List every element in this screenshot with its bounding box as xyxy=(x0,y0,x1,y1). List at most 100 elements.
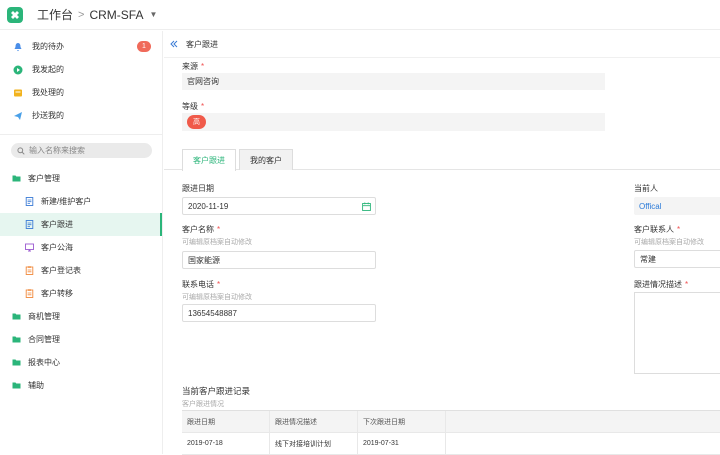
table-cell xyxy=(446,433,720,454)
table-cell: 线下对接培训计划 xyxy=(270,433,358,454)
todo-count-badge: 1 xyxy=(137,41,151,52)
level-field: 高 xyxy=(182,113,605,131)
document-icon xyxy=(25,220,34,229)
sidebar: 我的待办 1 我发起的 我处理的 抄送我的 输入名称来搜索 客户管理 新建/维护… xyxy=(0,31,163,454)
sidebar-item-label: 报表中心 xyxy=(28,358,60,367)
inbox-icon xyxy=(13,88,23,98)
folder-icon xyxy=(12,174,21,183)
follow-date-value: 2020-11-19 xyxy=(188,201,229,211)
sidebar-item-customer-register[interactable]: 客户登记表 xyxy=(0,259,162,282)
document-icon xyxy=(25,197,34,206)
phone-label-text: 联系电话 xyxy=(182,280,214,289)
top-bar: 工作台 > CRM-SFA ▼ xyxy=(0,0,720,30)
sidebar-search-input[interactable]: 输入名称来搜索 xyxy=(11,143,152,158)
follow-date-field[interactable]: 2020-11-19 xyxy=(182,197,376,215)
folder-icon xyxy=(12,335,21,344)
page-title: 客户跟进 xyxy=(186,39,218,49)
sidebar-item-label: 辅助 xyxy=(28,381,44,390)
records-table: 跟进日期 跟进情况描述 下次跟进日期 2019-07-18 线下对接培训计划 2… xyxy=(182,410,720,455)
table-cell: 2019-07-31 xyxy=(358,433,446,454)
chevron-right-icon: > xyxy=(78,8,85,21)
contact-label: 客户联系人 * xyxy=(634,225,681,234)
contact-label-text: 客户联系人 xyxy=(634,225,674,234)
folder-icon xyxy=(12,381,21,390)
tab-bar: 客户跟进 我的客户 xyxy=(164,147,720,171)
current-person-field: Offical xyxy=(634,197,720,215)
sidebar-item-my-todo[interactable]: 我的待办 1 xyxy=(0,35,162,58)
clipboard-icon xyxy=(25,266,34,275)
sidebar-item-label: 合同管理 xyxy=(28,335,60,344)
calendar-icon[interactable] xyxy=(362,202,371,211)
tab-my-customers[interactable]: 我的客户 xyxy=(239,149,293,170)
contact-field[interactable]: 常建 xyxy=(634,250,720,268)
level-badge: 高 xyxy=(187,115,206,129)
sidebar-item-auxiliary[interactable]: 辅助 xyxy=(0,374,162,397)
phone-label: 联系电话 * xyxy=(182,280,221,289)
sidebar-item-new-customer[interactable]: 新建/维护客户 xyxy=(0,190,162,213)
records-subtitle: 客户跟进情况 xyxy=(182,401,224,408)
sidebar-item-label: 我发起的 xyxy=(32,65,64,74)
desc-label-text: 跟进情况描述 xyxy=(634,280,682,289)
send-icon xyxy=(13,111,23,121)
customer-name-field[interactable]: 国家能源 xyxy=(182,251,376,269)
source-field: 官网咨询 xyxy=(182,73,605,90)
table-cell: 2019-07-18 xyxy=(182,433,270,454)
sidebar-item-contract-mgmt[interactable]: 合同管理 xyxy=(0,328,162,351)
sidebar-item-label: 我处理的 xyxy=(32,88,64,97)
search-placeholder: 输入名称来搜索 xyxy=(29,146,85,155)
monitor-icon xyxy=(25,243,34,252)
level-label-text: 等级 xyxy=(182,102,198,111)
sidebar-item-label: 客户跟进 xyxy=(41,220,73,229)
phone-hint: 可编辑原档案自动修改 xyxy=(182,294,252,301)
sidebar-item-customer-transfer[interactable]: 客户转移 xyxy=(0,282,162,305)
folder-icon xyxy=(12,358,21,367)
breadcrumb-app[interactable]: CRM-SFA xyxy=(89,8,143,22)
breadcrumb-workbench[interactable]: 工作台 xyxy=(37,6,73,23)
sidebar-item-label: 客户公海 xyxy=(41,243,73,252)
clipboard-icon xyxy=(25,289,34,298)
sidebar-item-handled[interactable]: 我处理的 xyxy=(0,81,162,104)
sidebar-item-label: 新建/维护客户 xyxy=(41,197,92,206)
contact-hint: 可编辑原档案自动修改 xyxy=(634,239,704,246)
customer-name-label-text: 客户名称 xyxy=(182,225,214,234)
tab-customer-followup[interactable]: 客户跟进 xyxy=(182,149,236,171)
sidebar-item-customer-pool[interactable]: 客户公海 xyxy=(0,236,162,259)
bell-icon xyxy=(13,42,23,52)
folder-icon xyxy=(12,312,21,321)
table-row[interactable]: 2019-07-18 线下对接培训计划 2019-07-31 xyxy=(182,433,720,455)
phone-field[interactable]: 13654548887 xyxy=(182,304,376,322)
sidebar-item-label: 客户管理 xyxy=(28,174,60,183)
sidebar-item-report-center[interactable]: 报表中心 xyxy=(0,351,162,374)
chevron-down-icon[interactable]: ▼ xyxy=(149,10,157,19)
main-content: 客户跟进 来源 * 官网咨询 等级 * 高 客户跟进 我的客户 跟进日期 2020-… xyxy=(164,31,720,455)
page-header: 客户跟进 xyxy=(164,31,720,58)
app-logo-icon[interactable] xyxy=(7,6,23,23)
column-header: 下次跟进日期 xyxy=(358,411,446,432)
sidebar-item-customer-followup[interactable]: 客户跟进 xyxy=(0,213,162,236)
customer-name-hint: 可编辑原档案自动修改 xyxy=(182,239,252,246)
source-label: 来源 * xyxy=(182,62,205,71)
search-icon xyxy=(17,146,25,155)
sidebar-item-label: 抄送我的 xyxy=(32,111,64,120)
play-icon xyxy=(13,65,23,75)
desc-label: 跟进情况描述 * xyxy=(634,280,689,289)
current-person-label: 当前人 xyxy=(634,184,658,193)
sidebar-item-label: 客户登记表 xyxy=(41,266,81,275)
sidebar-item-label: 商机管理 xyxy=(28,312,60,321)
sidebar-item-customer-mgmt[interactable]: 客户管理 xyxy=(0,167,162,190)
customer-name-label: 客户名称 * xyxy=(182,225,221,234)
collapse-sidebar-icon[interactable] xyxy=(167,37,181,51)
sidebar-item-opportunity-mgmt[interactable]: 商机管理 xyxy=(0,305,162,328)
records-title: 当前客户跟进记录 xyxy=(182,386,251,396)
table-header-row: 跟进日期 跟进情况描述 下次跟进日期 xyxy=(182,411,720,433)
sidebar-item-label: 客户转移 xyxy=(41,289,73,298)
sidebar-item-cc[interactable]: 抄送我的 xyxy=(0,104,162,127)
sidebar-item-label: 我的待办 xyxy=(32,42,64,51)
follow-date-label: 跟进日期 xyxy=(182,184,214,193)
column-header xyxy=(446,411,720,432)
level-label: 等级 * xyxy=(182,102,205,111)
sidebar-item-initiated[interactable]: 我发起的 xyxy=(0,58,162,81)
desc-textarea[interactable] xyxy=(634,292,720,374)
column-header: 跟进日期 xyxy=(182,411,270,432)
source-label-text: 来源 xyxy=(182,62,198,71)
